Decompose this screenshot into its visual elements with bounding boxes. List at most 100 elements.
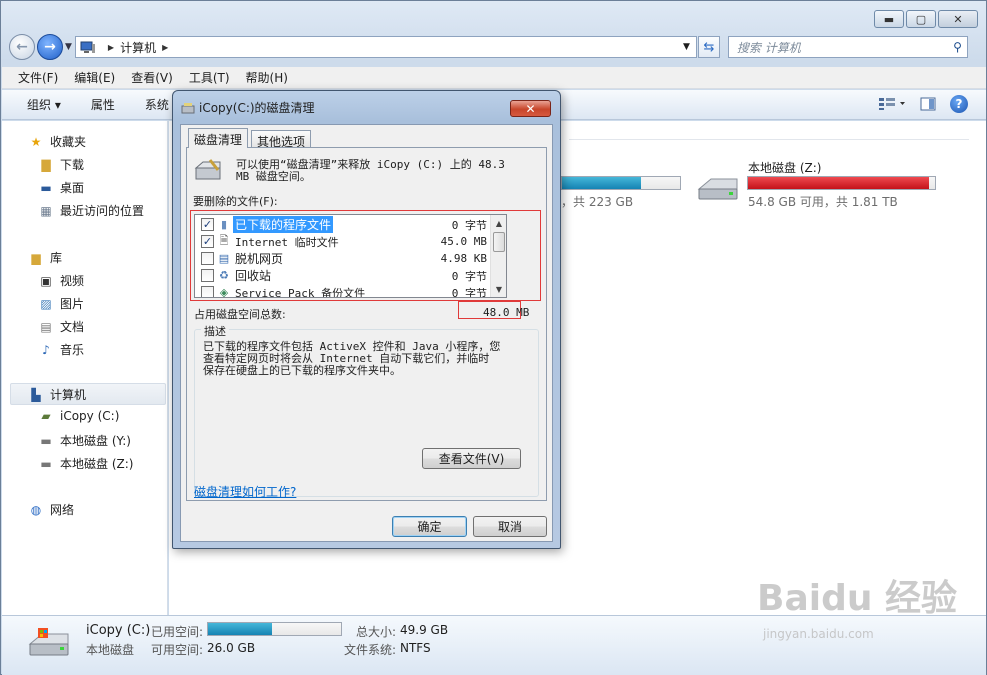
- item-size: 45.0 MB: [440, 235, 487, 248]
- refresh-button[interactable]: ⇆: [697, 36, 720, 58]
- preview-pane-icon[interactable]: [920, 97, 936, 111]
- program-files-icon: ▮: [220, 218, 228, 231]
- breadcrumb-separator[interactable]: ▶: [108, 43, 114, 52]
- dialog-close-button[interactable]: ✕: [510, 100, 551, 117]
- maximize-button[interactable]: ▢: [906, 10, 936, 28]
- drive-z-usage-bar: [747, 176, 936, 190]
- nav-network-label: 网络: [50, 503, 75, 517]
- details-fs-value: NTFS: [400, 641, 431, 655]
- nav-recent-places[interactable]: ▦ 最近访问的位置: [38, 202, 144, 219]
- details-drive-type: 本地磁盘: [86, 643, 135, 657]
- recent-places-icon: ▦: [40, 203, 52, 218]
- item-checkbox[interactable]: [201, 252, 214, 265]
- details-free-value: 26.0 GB: [207, 641, 256, 655]
- details-total-value: 49.9 GB: [400, 623, 449, 637]
- list-item[interactable]: ▤ 脱机网页 4.98 KB: [195, 250, 493, 267]
- drive-z-icon[interactable]: [695, 175, 741, 205]
- desktop-icon: ▬: [40, 180, 52, 195]
- nav-music[interactable]: ♪ 音乐: [38, 341, 84, 358]
- nav-favorites[interactable]: ★ 收藏夹: [28, 133, 86, 150]
- item-checkbox[interactable]: [201, 286, 214, 297]
- recent-pages-dropdown[interactable]: ▼: [65, 42, 72, 52]
- properties-button[interactable]: 属性: [91, 96, 115, 113]
- item-name: Internet 临时文件: [235, 235, 339, 249]
- nav-pictures-label: 图片: [60, 297, 85, 311]
- nav-drive-z[interactable]: ▬ 本地磁盘 (Z:): [38, 455, 133, 472]
- item-name: 已下载的程序文件: [233, 216, 334, 233]
- nav-drive-c[interactable]: ▰ iCopy (C:): [38, 409, 119, 423]
- nav-documents[interactable]: ▤ 文档: [38, 318, 84, 335]
- nav-favorites-label: 收藏夹: [50, 135, 87, 149]
- item-checkbox[interactable]: [201, 269, 214, 282]
- search-icon[interactable]: ⚲: [953, 40, 962, 54]
- nav-desktop[interactable]: ▬ 桌面: [38, 179, 84, 196]
- organize-button[interactable]: 组织 ▾: [27, 96, 61, 113]
- menu-view[interactable]: 查看(V): [131, 69, 173, 86]
- scroll-down-arrow-icon[interactable]: ▼: [491, 281, 506, 297]
- nav-recent-label: 最近访问的位置: [60, 204, 145, 218]
- files-to-delete-list[interactable]: ✓ ▮ 已下载的程序文件 0 字节 ✓ 🗎 Internet 临时文件 45.0…: [194, 214, 507, 298]
- nav-downloads[interactable]: ▇ 下载: [38, 156, 84, 173]
- nav-pictures[interactable]: ▨ 图片: [38, 295, 84, 312]
- service-pack-icon: ◈: [219, 286, 229, 298]
- menu-edit[interactable]: 编辑(E): [74, 69, 115, 86]
- dialog-title-bar: iCopy(C:)的磁盘清理: [181, 99, 315, 116]
- nav-network[interactable]: ◍ 网络: [28, 501, 74, 518]
- details-usage-fill: [208, 623, 272, 635]
- dialog-title: iCopy(C:)的磁盘清理: [199, 101, 315, 115]
- drive-z-name[interactable]: 本地磁盘 (Z:): [748, 159, 821, 176]
- item-checkbox[interactable]: ✓: [201, 235, 214, 248]
- drive-icon: ▬: [40, 433, 52, 448]
- forward-button[interactable]: →: [37, 34, 63, 60]
- offline-pages-icon: ▤: [218, 252, 230, 265]
- nav-computer[interactable]: ▙ 计算机: [28, 386, 86, 403]
- list-item[interactable]: ◈ Service Pack 备份文件 0 字节: [195, 284, 493, 298]
- item-checkbox[interactable]: ✓: [201, 218, 214, 231]
- toolbar-right: ?: [878, 95, 968, 113]
- ok-button[interactable]: 确定: [392, 516, 467, 537]
- view-options-icon[interactable]: [878, 97, 906, 111]
- address-dropdown[interactable]: ▼: [683, 42, 690, 52]
- tab-more-options[interactable]: 其他选项: [251, 130, 312, 149]
- nav-videos[interactable]: ▣ 视频: [38, 272, 84, 289]
- close-button[interactable]: ✕: [938, 10, 978, 28]
- menu-help[interactable]: 帮助(H): [246, 69, 288, 86]
- list-item[interactable]: ✓ ▮ 已下载的程序文件 0 字节: [195, 216, 493, 233]
- list-item[interactable]: ♻ 回收站 0 字节: [195, 267, 493, 284]
- nav-drive-c-label: iCopy (C:): [60, 409, 120, 423]
- how-disk-cleanup-works-link[interactable]: 磁盘清理如何工作?: [194, 483, 296, 500]
- help-icon[interactable]: ?: [950, 95, 968, 113]
- drive-z-usage-fill: [748, 177, 930, 189]
- item-name: 回收站: [235, 269, 272, 283]
- item-size: 0 字节: [451, 218, 487, 232]
- breadcrumb-computer[interactable]: 计算机: [120, 39, 156, 56]
- minimize-button[interactable]: ▬: [874, 10, 904, 28]
- menu-file[interactable]: 文件(F): [18, 69, 58, 86]
- dialog-intro-line2: MB 磁盘空间。: [236, 170, 311, 183]
- downloads-folder-icon: ▇: [41, 157, 51, 172]
- system-properties-button[interactable]: 系统: [145, 96, 169, 113]
- nav-drive-y[interactable]: ▬ 本地磁盘 (Y:): [38, 432, 131, 449]
- menu-tools[interactable]: 工具(T): [189, 69, 230, 86]
- recycle-bin-icon: ♻: [219, 269, 229, 282]
- cancel-button[interactable]: 取消: [473, 516, 547, 537]
- list-scrollbar[interactable]: ▲ ▼: [490, 215, 506, 297]
- search-input[interactable]: 搜索 计算机 ⚲: [727, 36, 968, 58]
- tab-disk-cleanup[interactable]: 磁盘清理: [188, 128, 249, 148]
- view-files-button[interactable]: 查看文件(V): [422, 448, 521, 469]
- breadcrumb-separator[interactable]: ▶: [162, 43, 168, 52]
- address-bar[interactable]: ▶ 计算机 ▶ ▼: [74, 36, 697, 58]
- dialog-body: 磁盘清理 其他选项 可以使用“磁盘清理”来释放 iCopy (C:) 上的 48…: [180, 124, 553, 542]
- back-button[interactable]: ←: [9, 34, 35, 60]
- details-used-label: 已用空间:: [151, 625, 204, 639]
- nav-documents-label: 文档: [60, 320, 85, 334]
- description-legend: 描述: [201, 323, 229, 339]
- item-size: 4.98 KB: [440, 252, 487, 265]
- network-icon: ◍: [30, 502, 42, 517]
- item-size: 0 字节: [451, 269, 487, 283]
- description-text: 已下载的程序文件包括 ActiveX 控件和 Java 小程序，您 查看特定网页…: [203, 341, 500, 377]
- scroll-up-arrow-icon[interactable]: ▲: [491, 215, 506, 231]
- scroll-thumb[interactable]: [493, 232, 505, 252]
- list-item[interactable]: ✓ 🗎 Internet 临时文件 45.0 MB: [195, 233, 493, 250]
- nav-libraries[interactable]: ▆ 库: [28, 249, 62, 266]
